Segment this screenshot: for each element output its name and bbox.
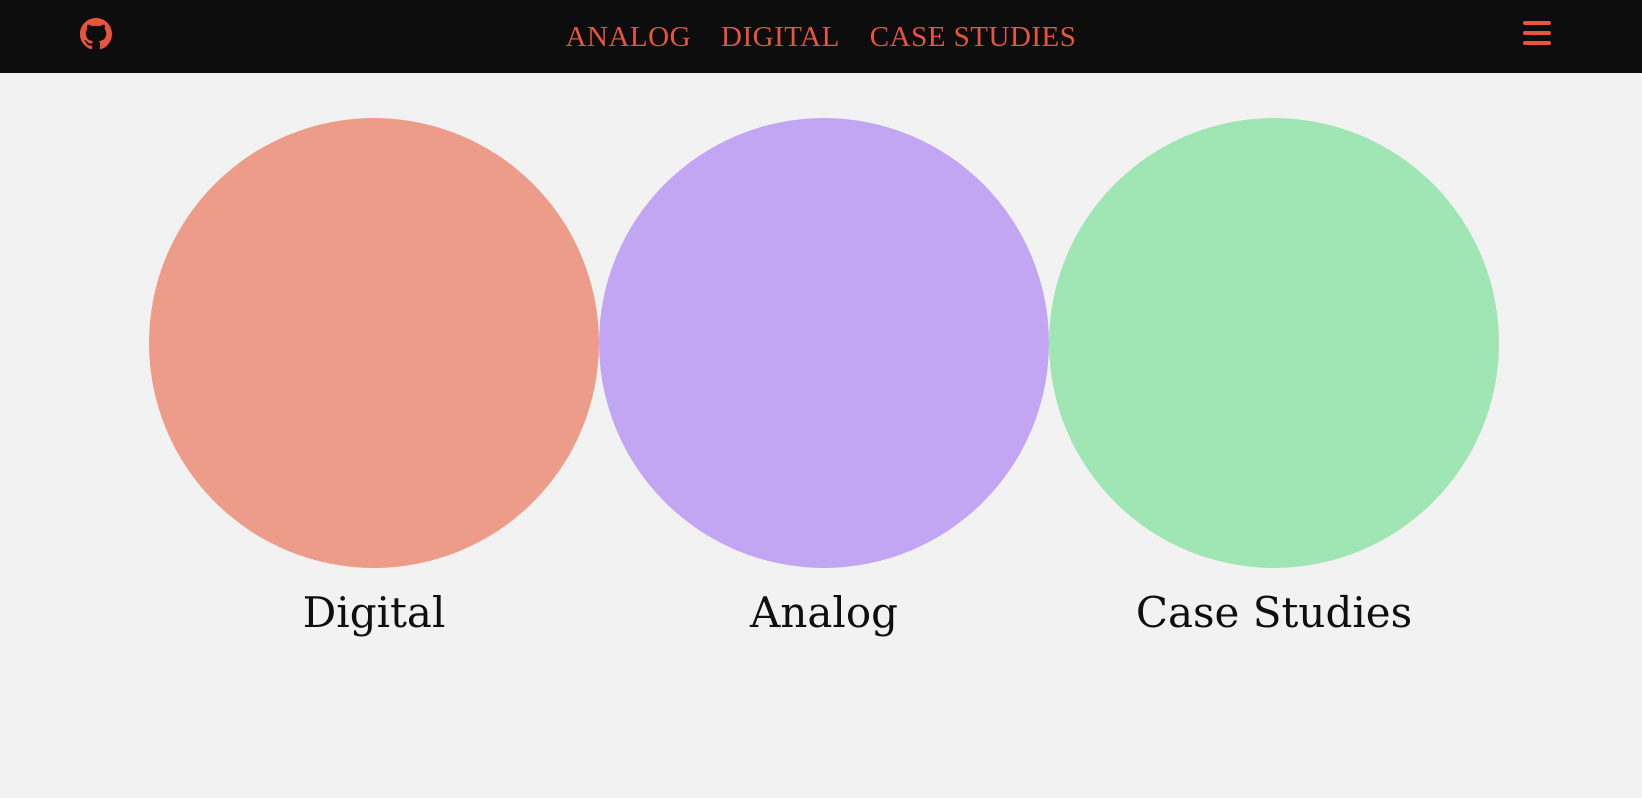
nav-link-case-studies[interactable]: CASE STUDIES bbox=[870, 21, 1077, 54]
digital-circle[interactable] bbox=[149, 118, 599, 568]
digital-label[interactable]: Digital bbox=[149, 588, 599, 637]
hamburger-menu-icon[interactable] bbox=[1523, 21, 1551, 47]
menu-bar-top bbox=[1523, 21, 1551, 25]
main-nav: ANALOG DIGITAL CASE STUDIES bbox=[0, 0, 1642, 73]
case-studies-label[interactable]: Case Studies bbox=[1049, 588, 1499, 637]
nav-link-analog[interactable]: ANALOG bbox=[566, 21, 691, 54]
menu-bar-middle bbox=[1523, 31, 1551, 35]
category-card-analog[interactable]: Analog bbox=[599, 118, 1049, 648]
menu-bar-bottom bbox=[1523, 41, 1551, 45]
category-card-digital[interactable]: Digital bbox=[149, 118, 599, 648]
category-card-case-studies[interactable]: Case Studies bbox=[1049, 118, 1499, 648]
case-studies-circle[interactable] bbox=[1049, 118, 1499, 568]
nav-link-digital[interactable]: DIGITAL bbox=[721, 21, 840, 54]
analog-circle[interactable] bbox=[599, 118, 1049, 568]
top-navigation-bar: ANALOG DIGITAL CASE STUDIES bbox=[0, 0, 1642, 73]
analog-label[interactable]: Analog bbox=[599, 588, 1049, 637]
